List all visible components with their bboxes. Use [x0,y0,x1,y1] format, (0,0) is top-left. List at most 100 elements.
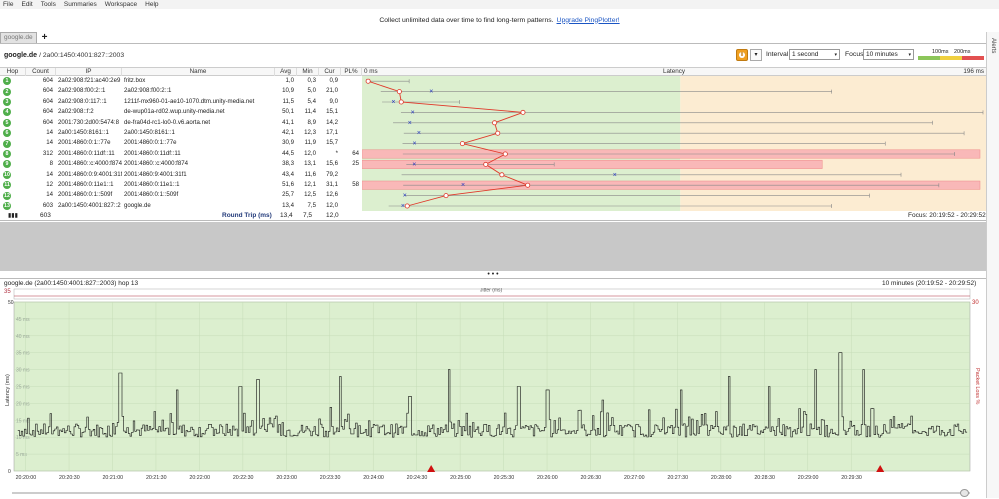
chevron-down-icon: ▾ [908,52,911,58]
x-tick-label: 20:29:00 [798,475,819,481]
x-tick-label: 20:29:30 [841,475,862,481]
hop-ip: 2001:4860::c:4000:f874 [58,160,122,168]
interval-label: Interval [766,51,789,58]
x-tick-label: 20:21:30 [146,475,167,481]
timeline-chart: Jitter (ms) 35 30 50 45 ms 40 ms 35 ms 30 ms 25 … [4,288,980,481]
avg-point [404,203,410,209]
hop-name: 2001:4860:0:1::77e [124,139,177,147]
hop-pl: 25 [352,160,359,168]
avg-point [502,151,508,157]
menu-item-3[interactable]: Summaries [64,1,97,8]
x-tick-label: 20:25:00 [450,475,471,481]
col-hop[interactable]: Hop [0,68,26,76]
hop-cur: 15,1 [326,108,338,116]
hop-row[interactable]: 3 604 2a02:908:0:117::1 1211f-mx960-01-ae10… [0,97,362,107]
hop-cur: 79,2 [326,170,338,178]
hop-count: 604 [42,97,53,105]
y-tick-label: 30 ms [16,368,30,374]
hop-name: 2001:4860::c:4000:f874 [124,160,189,168]
hop-cur: 12,0 [326,201,338,209]
scale-100-label: 100ms [932,49,949,55]
hop-number: 12 [3,191,11,200]
hop-number: 13 [3,201,11,210]
hop-min: 13,1 [304,160,316,168]
hop-row[interactable]: 2 604 2a02:908:f00:2::1 2a02:908:f00:2::1 10… [0,86,362,96]
hop-row[interactable]: 8 312 2001:4860:0:11df::11 2001:4860:0:11df… [0,149,362,159]
x-tick-label: 20:24:30 [407,475,428,481]
col-count[interactable]: Count [26,68,56,76]
hop-count: 604 [42,108,53,116]
pause-icon: II [739,52,745,58]
avg-point [483,161,489,167]
target-name: google.de [4,52,38,59]
hop-ip: 2001:4860:0:1::509f [58,191,113,199]
avg-point [492,120,498,126]
hop-row[interactable]: 9 8 2001:4860::c:4000:f874 2001:4860::c:400… [0,159,362,169]
y-tick-label: 15 ms [16,418,30,424]
hop-ip: 2001:730:2d00:5474:8 [58,118,119,126]
menu-item-0[interactable]: File [3,1,13,8]
y-tick-label: 20 ms [16,401,30,407]
col-pl[interactable]: PL% [341,68,362,76]
hop-ip: 2001:4860:0:1::77e [58,139,111,147]
hop-number: 2 [3,87,11,96]
hop-ip: 2a00:1450:8161::1 [58,129,109,136]
menu-item-4[interactable]: Workspace [105,1,137,8]
hop-row[interactable]: 13 603 2a00:1450:4001:827::2 google.de 13,4 7… [0,201,362,211]
promo-banner: Collect unlimited data over time to find… [0,9,999,31]
menu-item-1[interactable]: Edit [21,1,32,8]
col-cur[interactable]: Cur [319,68,341,76]
hop-name: fritz.box [124,77,146,84]
cur-marker: × [461,182,465,189]
chevron-down-icon: ▾ [754,52,758,58]
summary-count: 603 [40,212,51,219]
hop-pl [341,97,362,107]
cur-marker: × [429,89,433,96]
hop-number: 3 [3,97,11,106]
hop-row[interactable]: 5 604 2001:730:2d00:5474:8 de-fra04d-rc1-lo… [0,118,362,128]
x-tick-label: 20:20:00 [16,475,37,481]
alerts-panel[interactable]: Alerts [986,32,999,498]
hop-row[interactable]: 4 604 2a02:908::f:2 de-wup01a-rd02.wup.unit… [0,107,362,117]
time-slider[interactable] [0,488,986,498]
scale-red [962,56,984,60]
menu-item-2[interactable]: Tools [41,1,56,8]
menu-item-5[interactable]: Help [145,1,158,8]
hop-row[interactable]: 11 12 2001:4860:0:11e1::1 2001:4860:0:11e1:… [0,180,362,190]
menu-bar: File Edit Tools Summaries Workspace Help [0,0,999,9]
upgrade-link[interactable]: Upgrade PingPlotter! [557,17,620,24]
col-min[interactable]: Min [297,68,319,76]
hop-avg: 42,1 [282,129,294,136]
summary-min: 7,5 [303,212,313,219]
hop-row[interactable]: 12 14 2001:4860:0:1::509f 2001:4860:0:1::50… [0,190,362,200]
interval-select[interactable]: 1 second ▾ [789,49,840,60]
scale-yellow [940,56,962,60]
hop-pl [341,86,362,96]
hop-count: 14 [46,129,53,136]
pause-dropdown-button[interactable]: ▾ [750,49,762,61]
focus-select[interactable]: 10 minutes ▾ [863,49,914,60]
hop-cur: 15,7 [326,139,338,147]
hop-count: 312 [42,149,53,157]
hop-number: 6 [3,129,11,138]
cur-marker: × [411,109,415,116]
hop-row[interactable]: 1 604 2a02:908:f21:ac40:2e9 fritz.box 1,0 0,3… [0,76,362,86]
hop-cur: 21,0 [326,87,338,95]
col-avg[interactable]: Avg [275,68,297,76]
add-tab-button[interactable]: + [42,32,48,43]
scale-green [918,56,940,60]
hop-row[interactable]: 10 14 2001:4860:0:9:4001:31f1 2001:4860:9:4… [0,170,362,180]
pause-button[interactable]: II [736,49,748,61]
hop-count: 8 [49,160,53,168]
hop-name: 2a02:908:f00:2::1 [124,87,172,95]
tab-google[interactable]: google.de [0,32,37,43]
hop-min: 11,4 [304,108,316,116]
y-axis-label: Latency (ms) [5,374,11,406]
hop-row[interactable]: 6 14 2a00:1450:8161::1 2a00:1450:8161::1 42,… [0,128,362,138]
hop-row[interactable]: 7 14 2001:4860:0:1::77e 2001:4860:0:1::77e 3… [0,138,362,148]
col-ip[interactable]: IP [56,68,122,76]
hop-ip: 2001:4860:0:11e1::1 [58,181,114,188]
slider-thumb[interactable] [960,489,969,497]
hop-pl [341,118,362,128]
col-name[interactable]: Name [122,68,275,76]
